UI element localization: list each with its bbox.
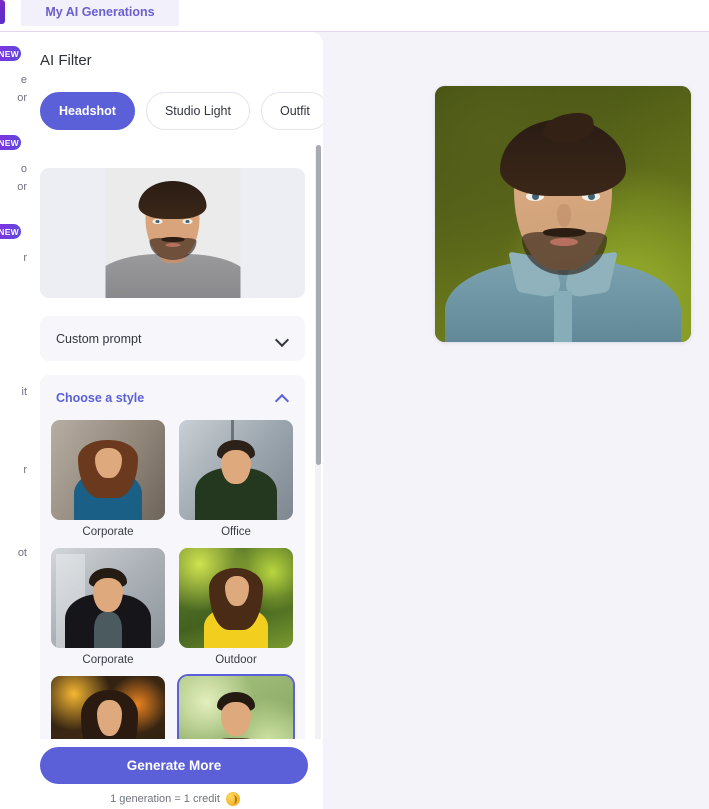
sidebar-accent-edge	[0, 0, 5, 24]
new-badge: NEW	[0, 135, 21, 150]
tab-outfit[interactable]: Outfit	[260, 92, 323, 130]
filter-tab-group: Headshot Studio Light Outfit	[40, 92, 323, 130]
style-thumbnail	[179, 420, 293, 520]
chevron-up-icon[interactable]	[276, 391, 289, 404]
ai-filter-panel: AI Filter Headshot Studio Light Outfit C…	[27, 32, 323, 809]
sidebar-item-label: r	[23, 252, 27, 264]
sidebar-item-label: e	[20, 74, 27, 86]
sidebar-item-label: or	[17, 92, 27, 104]
source-hair	[138, 181, 207, 219]
portrait-nose	[556, 203, 571, 227]
style-card-office-male[interactable]: Office	[179, 420, 293, 538]
custom-prompt-label: Custom prompt	[56, 331, 142, 346]
style-thumbnail	[51, 548, 165, 648]
generate-more-button[interactable]: Generate More	[40, 747, 308, 784]
sidebar-item-label: o	[20, 163, 27, 175]
style-thumbnail	[179, 548, 293, 648]
tab-my-ai-generations-label: My AI Generations	[45, 5, 155, 19]
portrait-moustache	[542, 228, 587, 238]
sidebar-item-label: ot	[17, 547, 27, 559]
panel-scroll-body: Custom prompt Choose a style Corporate O…	[27, 145, 323, 770]
left-sidebar-cutoff: NEW e or NEW o or NEW r it r ot	[0, 32, 27, 809]
choose-style-label: Choose a style	[56, 390, 145, 405]
result-portrait-image	[435, 86, 691, 342]
tab-studio-light[interactable]: Studio Light	[145, 92, 250, 130]
source-photo-image	[105, 168, 240, 298]
source-lips	[165, 242, 181, 247]
style-subject	[179, 420, 293, 520]
credit-note-text: 1 generation = 1 credit	[110, 793, 220, 805]
sidebar-item-label: or	[17, 181, 27, 193]
tab-my-ai-generations[interactable]: My AI Generations	[21, 0, 179, 26]
sidebar-item-label: r	[23, 464, 27, 476]
top-tab-strip: My AI Generations	[0, 0, 709, 32]
source-moustache	[161, 236, 185, 242]
new-badge: NEW	[0, 224, 21, 239]
style-card-label: Outdoor	[215, 654, 257, 666]
sidebar-item-label: it	[21, 386, 28, 398]
source-eye-left	[152, 219, 163, 224]
style-thumbnail	[51, 420, 165, 520]
choose-style-header[interactable]: Choose a style	[40, 375, 305, 420]
style-card-label: Office	[221, 526, 251, 538]
tab-outfit-label: Outfit	[279, 104, 310, 118]
style-subject	[179, 548, 293, 648]
page-title: AI Filter	[40, 52, 92, 69]
style-card-grid: Corporate Office Corporate Outdoor	[51, 420, 294, 770]
tab-headshot-label: Headshot	[59, 104, 116, 118]
coin-icon	[225, 792, 240, 806]
style-card-label: Corporate	[82, 526, 134, 538]
tab-headshot[interactable]: Headshot	[40, 92, 135, 130]
portrait-placket	[554, 290, 572, 342]
custom-prompt-header[interactable]: Custom prompt	[40, 316, 305, 361]
editor-canvas: AI Filter Headshot Studio Light Outfit C…	[27, 32, 709, 809]
style-subject	[51, 548, 165, 648]
panel-scrollbar-thumb[interactable]	[316, 145, 321, 465]
chevron-down-icon[interactable]	[276, 332, 289, 345]
panel-footer: Generate More 1 generation = 1 credit	[27, 739, 323, 809]
style-card-city-male[interactable]: Corporate	[51, 548, 165, 666]
generated-headshot-result[interactable]	[435, 86, 691, 342]
style-subject	[51, 420, 165, 520]
choose-style-accordion[interactable]: Choose a style Corporate Office Corporat…	[40, 375, 305, 770]
source-photo-preview[interactable]	[40, 168, 305, 298]
style-card-outdoor-female[interactable]: Outdoor	[179, 548, 293, 666]
style-card-label: Corporate	[82, 654, 134, 666]
source-eye-right	[182, 219, 193, 224]
custom-prompt-accordion[interactable]: Custom prompt	[40, 316, 305, 361]
tab-studio-light-label: Studio Light	[164, 104, 231, 118]
credit-note: 1 generation = 1 credit	[27, 792, 323, 806]
style-card-corporate-female[interactable]: Corporate	[51, 420, 165, 538]
new-badge: NEW	[0, 46, 21, 61]
